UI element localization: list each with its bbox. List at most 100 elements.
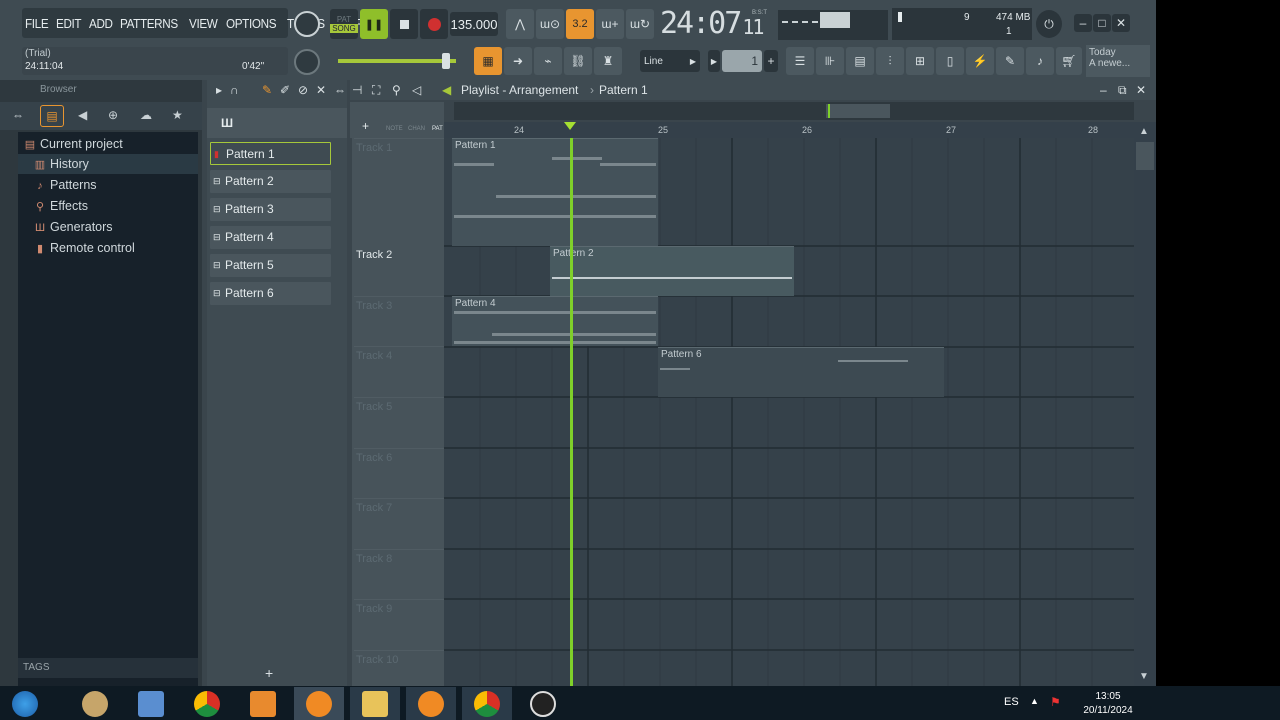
tray-arrow-icon[interactable]: ▲ xyxy=(1030,696,1039,706)
menu-view[interactable]: VIEW xyxy=(189,16,218,31)
zoom-icon[interactable]: ⚲ xyxy=(392,80,401,100)
news-panel[interactable]: Today A newe... xyxy=(1086,45,1150,77)
chain-button[interactable]: ⛓ xyxy=(564,47,592,75)
arrangement-grid[interactable]: Pattern 1 Pattern 2 Pattern 4 Pattern 6 xyxy=(444,138,1134,686)
breadcrumb[interactable]: Pattern 1 xyxy=(599,80,648,100)
speaker-icon[interactable]: ◀ xyxy=(78,108,87,122)
tree-item-remote-control[interactable]: ▮ Remote control xyxy=(18,238,135,258)
channel-rack-button[interactable]: ▤ xyxy=(846,47,874,75)
tools-button[interactable]: ✎ xyxy=(996,47,1024,75)
add-pattern-icon[interactable]: + xyxy=(265,665,273,681)
magnet-icon[interactable]: ∩ xyxy=(230,80,239,100)
slice-icon[interactable]: ⊣ xyxy=(352,80,362,100)
track-header[interactable]: Track 4 xyxy=(354,346,444,396)
power-button[interactable]: ⏻ xyxy=(1036,10,1062,38)
system-clock[interactable]: 13:05 20/11/2024 xyxy=(1070,690,1146,718)
play-button[interactable]: ❚❚ xyxy=(360,9,388,39)
step-edit-button[interactable]: ɯ+ xyxy=(596,9,624,39)
slider-handle[interactable] xyxy=(442,53,450,69)
playlist-button[interactable]: ☰ xyxy=(786,47,814,75)
pencil-icon[interactable]: ✎ xyxy=(262,80,272,100)
track-header[interactable]: Track 8 xyxy=(354,549,444,599)
arrow-button[interactable]: ➜ xyxy=(504,47,532,75)
countdown-button[interactable]: 3.2 xyxy=(566,9,594,39)
tempo-display[interactable]: 135.000 xyxy=(450,12,498,36)
playback-icon[interactable]: ◁ xyxy=(412,80,421,100)
taskbar-app[interactable] xyxy=(126,687,176,720)
menu-file[interactable]: FILE xyxy=(25,16,49,31)
pattern-clip[interactable]: Pattern 1 xyxy=(452,138,658,246)
network-icon[interactable]: ⚑ xyxy=(1050,695,1061,709)
plugin-button[interactable]: ⚡ xyxy=(966,47,994,75)
pattern-clip[interactable]: Pattern 4 xyxy=(452,296,658,346)
pattern-item[interactable]: ⊟ Pattern 4 xyxy=(210,226,331,249)
tree-item-effects[interactable]: ⚲ Effects xyxy=(18,196,88,216)
menu-patterns[interactable]: PATTERNS xyxy=(120,16,178,31)
scroll-up-icon[interactable]: ▲ xyxy=(1139,126,1149,137)
typing-keyboard-button[interactable]: ▦ xyxy=(474,47,502,75)
close-button[interactable]: ✕ xyxy=(1112,14,1130,32)
link-button[interactable]: ⌁ xyxy=(534,47,562,75)
channel-button[interactable]: ⊞ xyxy=(906,47,934,75)
menu-options[interactable]: OPTIONS xyxy=(226,16,277,31)
pat-song-toggle[interactable]: PAT SONG xyxy=(330,9,358,39)
paint-icon[interactable]: ✐ xyxy=(280,80,290,100)
add-track-icon[interactable]: + xyxy=(362,119,369,133)
store-button[interactable]: 🛒︎ xyxy=(1056,47,1082,75)
master-volume-slider[interactable] xyxy=(338,53,456,69)
taskbar-app[interactable] xyxy=(406,687,456,720)
select-icon[interactable]: ⛶ xyxy=(372,80,380,100)
taskbar-app[interactable] xyxy=(462,687,512,720)
play-arrow-icon[interactable]: ▸ xyxy=(216,80,222,100)
track-header[interactable]: Track 7 xyxy=(354,498,444,548)
close-icon[interactable]: ✕ xyxy=(1136,80,1146,100)
tree-item-current-project[interactable]: ▤ Current project xyxy=(18,134,198,154)
browser-button[interactable]: ▯ xyxy=(936,47,964,75)
pattern-item[interactable]: ⊟ Pattern 2 xyxy=(210,170,331,193)
track-header[interactable]: Track 2 xyxy=(354,246,444,296)
menu-add[interactable]: ADD xyxy=(89,16,113,31)
pattern-selector[interactable]: 1 xyxy=(722,50,762,72)
playhead-triangle-icon[interactable] xyxy=(564,122,576,130)
pattern-item[interactable]: ⊟ Pattern 6 xyxy=(210,282,331,305)
taskbar-app[interactable] xyxy=(350,687,400,720)
pitch-knob[interactable] xyxy=(294,49,320,75)
record-button[interactable] xyxy=(420,9,448,39)
pattern-item[interactable]: ▮ Pattern 1 xyxy=(210,142,331,165)
horizontal-scrollbar[interactable] xyxy=(454,102,1134,120)
slip-icon[interactable]: ⇔ xyxy=(334,80,346,100)
mixer-button[interactable]: ⫶ xyxy=(876,47,904,75)
loop-record-button[interactable]: ɯ↻ xyxy=(626,9,654,39)
taskbar-app[interactable] xyxy=(238,687,288,720)
mute-icon[interactable]: ✕ xyxy=(316,80,326,100)
chan-tool-label[interactable]: CHAN xyxy=(408,126,425,132)
pattern-prev-button[interactable]: ▶ xyxy=(708,50,720,72)
cloud-icon[interactable]: ☁ xyxy=(140,108,152,122)
tree-item-generators[interactable]: Ш Generators xyxy=(18,217,113,237)
pattern-item[interactable]: ⊟ Pattern 3 xyxy=(210,198,331,221)
tree-item-history[interactable]: ▥ History xyxy=(18,154,198,174)
minimize-icon[interactable]: – xyxy=(1100,80,1107,100)
pattern-clip[interactable]: Pattern 6 xyxy=(658,347,944,397)
metronome-button[interactable]: ⋀ xyxy=(506,9,534,39)
pat-tool-label[interactable]: PAT xyxy=(432,126,443,132)
tree-item-patterns[interactable]: ♪ Patterns xyxy=(18,175,96,195)
track-header[interactable]: Track 6 xyxy=(354,448,444,498)
taskbar-app[interactable] xyxy=(70,687,120,720)
wait-input-button[interactable]: ɯ⊙ xyxy=(536,9,564,39)
piano-roll-button[interactable]: ⊪ xyxy=(816,47,844,75)
track-header[interactable]: Track 9 xyxy=(354,599,444,649)
delete-icon[interactable]: ⊘ xyxy=(298,80,308,100)
taskbar-app-active[interactable] xyxy=(294,687,344,720)
piano-icon[interactable]: Ш xyxy=(221,116,233,130)
master-volume-knob[interactable] xyxy=(294,11,320,37)
vertical-scrollbar[interactable]: ▲ ▼ xyxy=(1134,122,1156,686)
maximize-button[interactable]: □ xyxy=(1093,14,1111,32)
track-header[interactable]: Track 3 xyxy=(354,296,444,346)
pattern-item[interactable]: ⊟ Pattern 5 xyxy=(210,254,331,277)
pattern-clip[interactable]: Pattern 2 xyxy=(550,246,794,296)
stop-button[interactable] xyxy=(390,9,418,39)
globe-icon[interactable]: ⊕ xyxy=(108,108,118,122)
star-icon[interactable]: ★ xyxy=(172,108,183,122)
minimize-button[interactable]: – xyxy=(1074,14,1092,32)
